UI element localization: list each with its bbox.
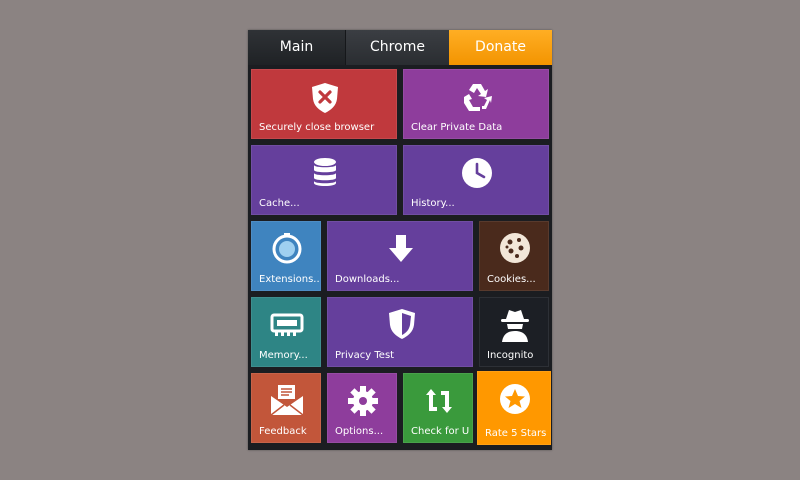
privacy-test-tile[interactable]: Privacy Test [327,297,473,367]
gear-icon [347,385,379,417]
tile-label: Memory... [259,350,308,361]
tab-main[interactable]: Main [248,30,345,65]
clock-icon [461,157,493,189]
tab-chrome[interactable]: Chrome [345,30,449,65]
tile-label: History... [411,198,455,209]
tile-label: Extensions... [259,274,321,285]
cookies-tile[interactable]: Cookies... [479,221,549,291]
app-panel: Main Chrome Donate Securely close browse… [248,30,552,450]
tile-label: Cookies... [487,274,536,285]
mail-envelope-icon [269,384,305,416]
options-tile[interactable]: Options... [327,373,397,443]
tile-label: Clear Private Data [411,122,503,133]
check-for-updates-tile[interactable]: Check for U [403,373,473,443]
feedback-tile[interactable]: Feedback [251,373,321,443]
tile-label: Incognito [487,350,534,361]
tile-label: Downloads... [335,274,400,285]
recycle-icon [460,81,494,113]
tile-label: Securely close browser [259,122,375,133]
cache-tile[interactable]: Cache... [251,145,397,215]
securely-close-browser-tile[interactable]: Securely close browser [251,69,397,139]
tile-label: Cache... [259,198,300,209]
database-icon [313,157,337,187]
history-tile[interactable]: History... [403,145,549,215]
tile-label: Check for U [411,426,470,437]
memory-tile[interactable]: Memory... [251,297,321,367]
memory-chip-icon [269,311,305,337]
incognito-spy-icon [497,307,533,343]
clear-private-data-tile[interactable]: Clear Private Data [403,69,549,139]
extensions-tile[interactable]: Extensions... [251,221,321,291]
extension-icon [271,232,303,264]
cookie-icon [499,232,531,264]
tab-bar: Main Chrome Donate [248,30,552,65]
rate-5-stars-tile[interactable]: Rate 5 Stars [477,371,551,445]
refresh-arrows-icon [423,385,455,417]
tile-label: Feedback [259,426,307,437]
tile-label: Rate 5 Stars [485,428,547,439]
tile-label: Options... [335,426,384,437]
star-badge-icon [499,383,531,415]
incognito-tile[interactable]: Incognito [479,297,549,367]
shield-x-icon [310,82,340,114]
tab-donate[interactable]: Donate [449,30,552,65]
downloads-tile[interactable]: Downloads... [327,221,473,291]
tile-label: Privacy Test [335,350,395,361]
shield-icon [388,308,416,340]
download-arrow-icon [388,234,414,264]
